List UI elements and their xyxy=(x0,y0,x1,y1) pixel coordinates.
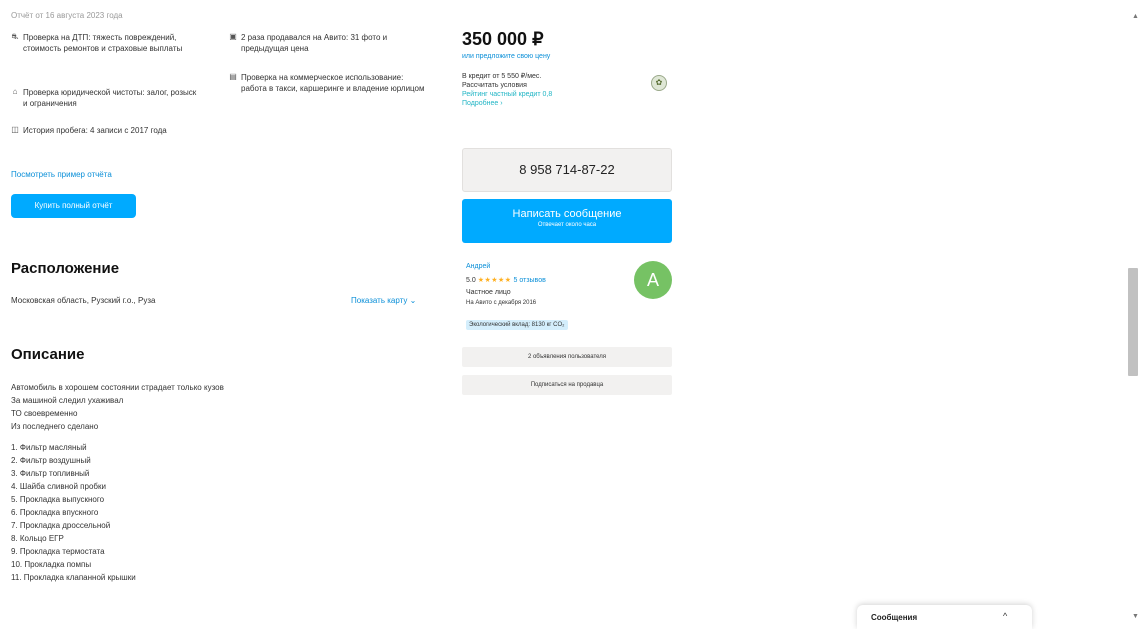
feature-text: Проверка юридической чистоты: залог, роз… xyxy=(23,88,197,108)
gauge-icon: ◫ xyxy=(11,125,19,134)
seller-since: На Авито с декабря 2016 xyxy=(466,300,537,306)
feature-text: История пробега: 4 записи с 2017 года xyxy=(23,126,167,135)
feature-commercial-check: ▤ Проверка на коммерческое использование… xyxy=(229,72,429,94)
car-crash-icon: ⛐ xyxy=(11,32,19,41)
write-message-label: Написать сообщение xyxy=(512,208,622,220)
feature-text: 2 раза продавался на Авито: 31 фото и пр… xyxy=(241,33,388,53)
subscribe-seller-button[interactable]: Подписаться на продавца xyxy=(462,375,672,395)
show-phone-button[interactable]: 8 958 714-87-22 xyxy=(462,148,672,192)
chevron-down-icon: ⌄ xyxy=(409,296,417,305)
description-line: Из последнего сделано xyxy=(11,422,99,431)
scroll-thumb[interactable] xyxy=(1128,268,1138,376)
credit-more-link[interactable]: Подробнее › xyxy=(462,99,632,108)
list-item: 6. Прокладка впускного xyxy=(11,508,99,517)
description-body: Автомобиль в хорошем состоянии страдает … xyxy=(11,381,411,584)
scroll-down-arrow-icon[interactable]: ▼ xyxy=(1132,613,1139,620)
messenger-widget[interactable]: Сообщения ^ xyxy=(857,605,1032,629)
credit-partner-link[interactable]: Рейтинг частный кредит 0,8 xyxy=(462,90,632,99)
taxi-icon: ▤ xyxy=(229,72,237,81)
sample-report-link[interactable]: Посмотреть пример отчёта xyxy=(11,170,112,179)
list-item: 3. Фильтр топливный xyxy=(11,469,90,478)
bank-logo-icon: ✿ xyxy=(651,75,667,91)
buy-full-report-button[interactable]: Купить полный отчёт xyxy=(11,194,136,218)
description-title: Описание xyxy=(11,346,85,363)
feature-accident-check: ⛐ Проверка на ДТП: тяжесть повреждений, … xyxy=(11,32,201,54)
list-item: 11. Прокладка клапанной крышки xyxy=(11,573,136,582)
chevron-up-icon[interactable]: ^ xyxy=(1003,611,1007,621)
location-title: Расположение xyxy=(11,260,120,277)
bank-icon: ⌂ xyxy=(12,87,18,96)
response-time-label: Отвечает около часа xyxy=(537,222,597,228)
credit-line: В кредит от 5 550 ₽/мес. xyxy=(462,73,542,80)
list-item: 1. Фильтр масляный xyxy=(11,443,87,452)
write-message-button[interactable]: Написать сообщение Отвечает около часа xyxy=(462,199,672,243)
credit-block: В кредит от 5 550 ₽/мес. Рассчитать усло… xyxy=(462,72,632,108)
feature-mileage-history: ◫ История пробега: 4 записи с 2017 года xyxy=(11,125,201,136)
seller-rating: 5.0 ★★★★★ 5 отзывов xyxy=(466,276,546,284)
seller-name-link[interactable]: Андрей xyxy=(466,263,490,270)
list-item: 8. Кольцо ЕГР xyxy=(11,534,64,543)
chevron-right-icon: › xyxy=(500,100,503,107)
list-item: 5. Прокладка выпускного xyxy=(11,495,105,504)
description-line: За машиной следил ухаживал xyxy=(11,396,124,405)
list-item: 7. Прокладка дроссельной xyxy=(11,521,111,530)
messenger-label: Сообщения xyxy=(871,613,918,622)
list-item: 10. Прокладка помпы xyxy=(11,560,92,569)
rating-stars-icon: ★★★★★ xyxy=(477,277,512,284)
list-item: 4. Шайба сливной пробки xyxy=(11,482,106,491)
calc-credit-link[interactable]: Рассчитать условия xyxy=(462,81,632,90)
feature-legal-check: ⌂ Проверка юридической чистоты: залог, р… xyxy=(11,87,201,109)
eco-badge[interactable]: Экологический вклад: 8130 кг CO₂ xyxy=(466,320,568,330)
report-date: Отчёт от 16 августа 2023 года xyxy=(11,11,123,20)
page-scrollbar[interactable]: ▲ ▼ xyxy=(1121,0,1147,629)
scroll-up-arrow-icon[interactable]: ▲ xyxy=(1132,13,1139,20)
feature-text: Проверка на коммерческое использование: … xyxy=(241,73,425,93)
price: 350 000 ₽ xyxy=(462,29,544,49)
rating-value: 5.0 xyxy=(466,277,476,284)
feature-avito-history: ▣ 2 раза продавался на Авито: 31 фото и … xyxy=(229,32,419,54)
feature-text: Проверка на ДТП: тяжесть повреждений, ст… xyxy=(23,33,183,53)
reviews-link[interactable]: 5 отзывов xyxy=(514,277,546,284)
list-item: 9. Прокладка термостата xyxy=(11,547,105,556)
avatar[interactable]: A xyxy=(634,261,672,299)
user-ads-button[interactable]: 2 объявления пользователя xyxy=(462,347,672,367)
description-line: Автомобиль в хорошем состоянии страдает … xyxy=(11,383,224,392)
location-address: Московская область, Рузский г.о., Руза xyxy=(11,296,156,305)
seller-type: Частное лицо xyxy=(466,289,511,296)
show-map-link[interactable]: Показать карту ⌄ xyxy=(351,296,416,305)
credit-more-label: Подробнее xyxy=(462,100,499,107)
description-line: ТО своевременно xyxy=(11,409,78,418)
list-item: 2. Фильтр воздушный xyxy=(11,456,91,465)
description-list: 1. Фильтр масляный 2. Фильтр воздушный 3… xyxy=(11,441,411,584)
show-map-label: Показать карту xyxy=(351,296,408,305)
ad-icon: ▣ xyxy=(229,32,237,41)
offer-price-link[interactable]: или предложите свою цену xyxy=(462,53,550,60)
